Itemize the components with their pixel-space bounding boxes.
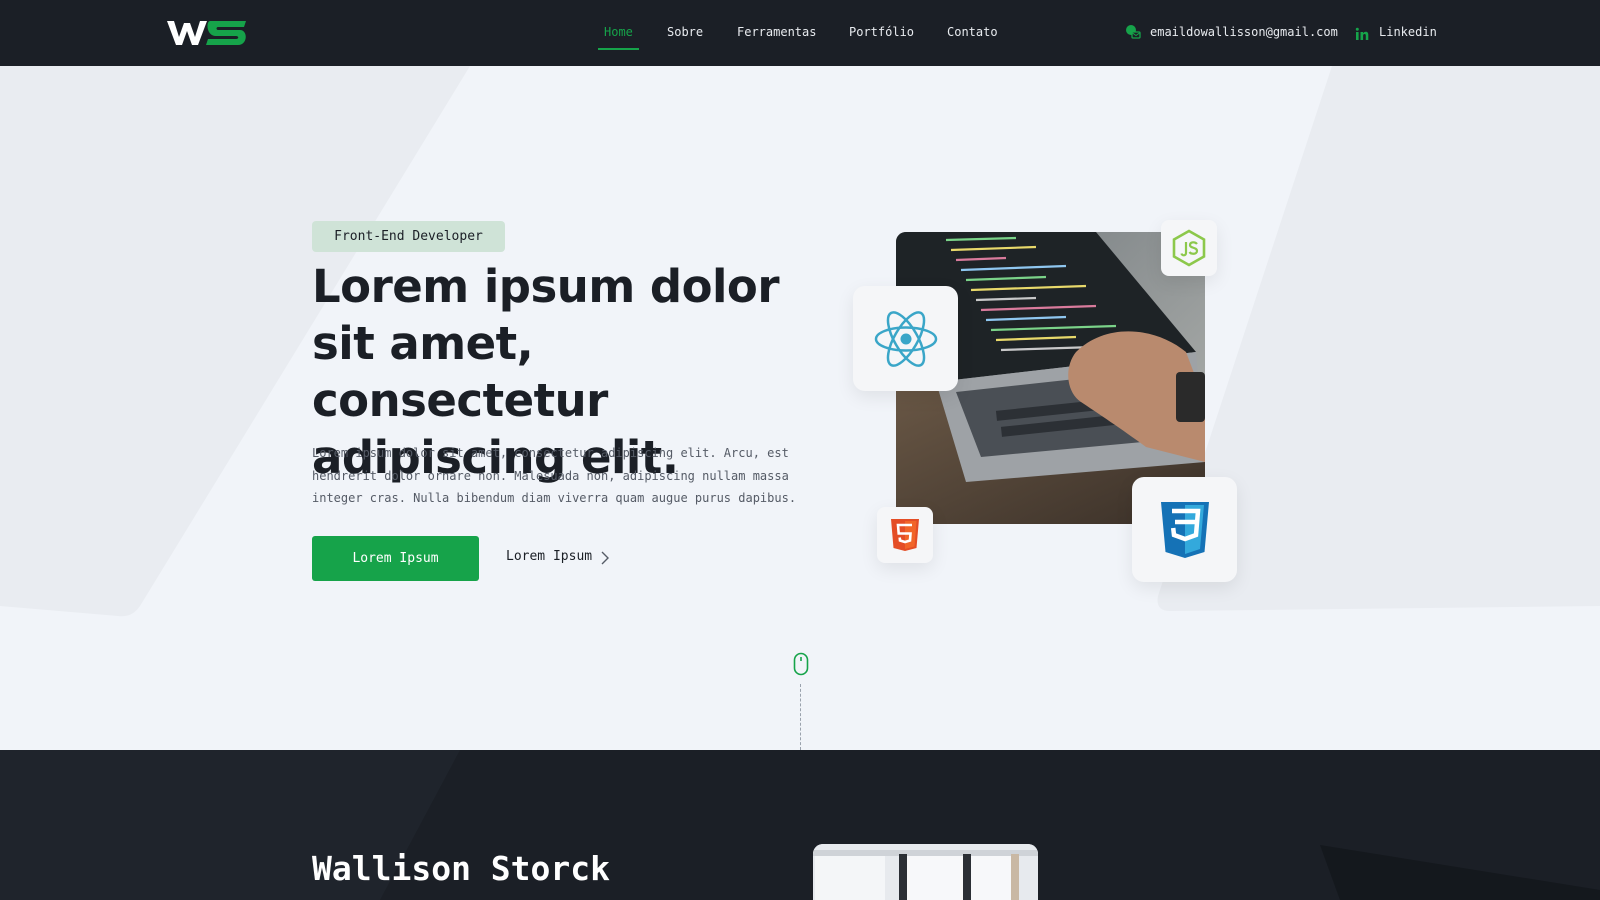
ws-logo[interactable] <box>166 18 248 48</box>
nodejs-icon-tile <box>1161 220 1217 276</box>
linkedin-icon <box>1355 26 1369 45</box>
nav-home[interactable]: Home <box>604 25 633 39</box>
nav-sobre[interactable]: Sobre <box>667 25 703 39</box>
site-header: Home Sobre Ferramentas Portfólio Contato… <box>0 0 1600 66</box>
nav-portfolio[interactable]: Portfólio <box>849 25 914 39</box>
nav-ferramentas[interactable]: Ferramentas <box>737 25 816 39</box>
role-badge: Front-End Developer <box>312 221 505 252</box>
secondary-cta-link[interactable]: Lorem Ipsum <box>506 549 592 564</box>
email-link[interactable]: emaildowallisson@gmail.com <box>1150 25 1338 39</box>
scroll-indicator-line <box>800 684 801 750</box>
about-background-shapes <box>0 750 1600 900</box>
react-icon <box>874 310 937 367</box>
scroll-mouse-icon[interactable] <box>793 652 809 680</box>
css3-icon-tile <box>1132 477 1237 582</box>
css3-icon <box>1160 501 1209 558</box>
html5-icon-tile <box>877 507 933 563</box>
about-section: Wallison Storck <box>0 750 1600 900</box>
hero-description: Lorem ipsum dolor sit amet, consectetur … <box>312 446 797 505</box>
primary-cta-button[interactable]: Lorem Ipsum <box>312 536 479 581</box>
about-photo <box>813 844 1038 900</box>
about-name: Wallison Storck <box>312 849 611 888</box>
react-icon-tile <box>853 286 958 391</box>
chevron-right-icon <box>600 550 610 570</box>
nav-contato[interactable]: Contato <box>947 25 998 39</box>
nodejs-icon <box>1172 229 1206 267</box>
html5-icon <box>891 519 919 551</box>
linkedin-link[interactable]: Linkedin <box>1379 25 1437 39</box>
email-icon <box>1125 24 1141 44</box>
active-nav-indicator <box>598 48 639 50</box>
hero-section: Front-End Developer Lorem ipsum dolor si… <box>0 66 1600 750</box>
